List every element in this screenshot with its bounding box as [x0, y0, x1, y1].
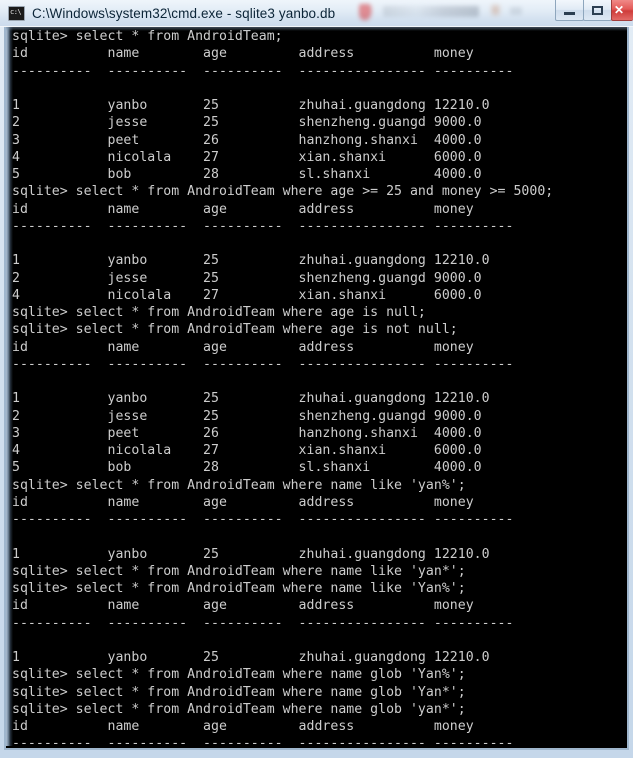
- terminal-line: 5 bob 28 sl.shanxi 4000.0: [12, 460, 482, 476]
- terminal-line: ---------- ---------- ---------- -------…: [12, 63, 514, 79]
- terminal-line: 1 yanbo 25 zhuhai.guangdong 12210.0: [12, 98, 490, 113]
- close-icon: ✕: [613, 3, 625, 17]
- terminal-line: 5 bob 28 sl.shanxi 4000.0: [12, 167, 482, 182]
- terminal-line: 1 yanbo 25 zhuhai.guangdong 12210.0: [12, 253, 490, 269]
- terminal-line: ---------- ---------- ---------- -------…: [12, 356, 514, 372]
- desktop-bleed-artifact-small: [510, 7, 522, 15]
- terminal-line: id name age address money: [12, 598, 474, 614]
- terminal-line: 4 nicolala 27 xian.shanxi 6000.0: [12, 443, 482, 458]
- maximize-icon: [592, 5, 603, 15]
- terminal-line: ---------- ---------- ---------- -------…: [12, 615, 514, 631]
- cmd-window: c:\ C:\Windows\system32\cmd.exe - sqlite…: [0, 0, 633, 758]
- terminal-line: 1 yanbo 25 zhuhai.guangdong 12210.0: [12, 391, 490, 407]
- terminal-line: 3 peet 26 hanzhong.shanxi 4000.0: [12, 425, 482, 441]
- terminal-line: sqlite> select * from AndroidTeam where …: [12, 322, 458, 338]
- desktop-bleed-artifact-bar: [383, 6, 479, 17]
- terminal-line: id name age address money: [12, 339, 474, 355]
- terminal-line: 2 jesse 25 shenzheng.guangd 9000.0: [12, 270, 482, 286]
- console-screen[interactable]: sqlite> select * from AndroidTeam; id nam…: [6, 27, 627, 746]
- terminal-line: ---------- ---------- ---------- -------…: [12, 736, 514, 746]
- terminal-line: ---------- ---------- ---------- -------…: [12, 512, 514, 527]
- terminal-line: sqlite> select * from AndroidTeam where …: [12, 684, 466, 700]
- terminal-line: id name age address money: [12, 201, 474, 217]
- terminal-line: sqlite> select * from AndroidTeam where …: [12, 184, 554, 200]
- minimize-button[interactable]: [555, 0, 584, 21]
- terminal-line: 1 yanbo 25 zhuhai.guangdong 12210.0: [12, 650, 490, 665]
- desktop-bleed-artifact-dot: [490, 4, 501, 17]
- terminal-line: 2 jesse 25 shenzheng.guangd 9000.0: [12, 408, 482, 424]
- terminal-line: 1 yanbo 25 zhuhai.guangdong 12210.0: [12, 546, 490, 562]
- minimize-icon: [564, 11, 575, 15]
- terminal-line: sqlite> select * from AndroidTeam where …: [12, 701, 466, 717]
- terminal-line: sqlite> select * from AndroidTeam where …: [12, 581, 466, 596]
- cmd-console-icon: c:\: [8, 6, 25, 21]
- close-button[interactable]: ✕: [611, 0, 633, 21]
- window-controls: ✕: [555, 0, 633, 22]
- terminal-line: ---------- ---------- ---------- -------…: [12, 218, 514, 234]
- desktop-bleed-artifact-red: [359, 4, 372, 21]
- terminal-line: 3 peet 26 hanzhong.shanxi 4000.0: [12, 132, 482, 148]
- terminal-line: id name age address money: [12, 719, 474, 734]
- console-frame: sqlite> select * from AndroidTeam; id nam…: [4, 27, 629, 750]
- terminal-line: sqlite> select * from AndroidTeam where …: [12, 305, 426, 320]
- window-title: C:\Windows\system32\cmd.exe - sqlite3 ya…: [32, 6, 336, 21]
- terminal-line: 4 nicolala 27 xian.shanxi 6000.0: [12, 149, 482, 165]
- maximize-button[interactable]: [583, 0, 612, 21]
- terminal-line: sqlite> select * from AndroidTeam where …: [12, 667, 466, 683]
- terminal-line: id name age address money: [12, 494, 474, 510]
- terminal-line: id name age address money: [12, 46, 474, 62]
- terminal-line: 4 nicolala 27 xian.shanxi 6000.0: [12, 287, 482, 303]
- window-titlebar[interactable]: c:\ C:\Windows\system32\cmd.exe - sqlite…: [0, 0, 633, 27]
- terminal-line: sqlite> select * from AndroidTeam;: [12, 29, 283, 44]
- terminal-line: 2 jesse 25 shenzheng.guangd 9000.0: [12, 115, 482, 131]
- terminal-output: sqlite> select * from AndroidTeam; id nam…: [12, 28, 627, 746]
- terminal-line: sqlite> select * from AndroidTeam where …: [12, 563, 466, 579]
- terminal-line: sqlite> select * from AndroidTeam where …: [12, 477, 466, 493]
